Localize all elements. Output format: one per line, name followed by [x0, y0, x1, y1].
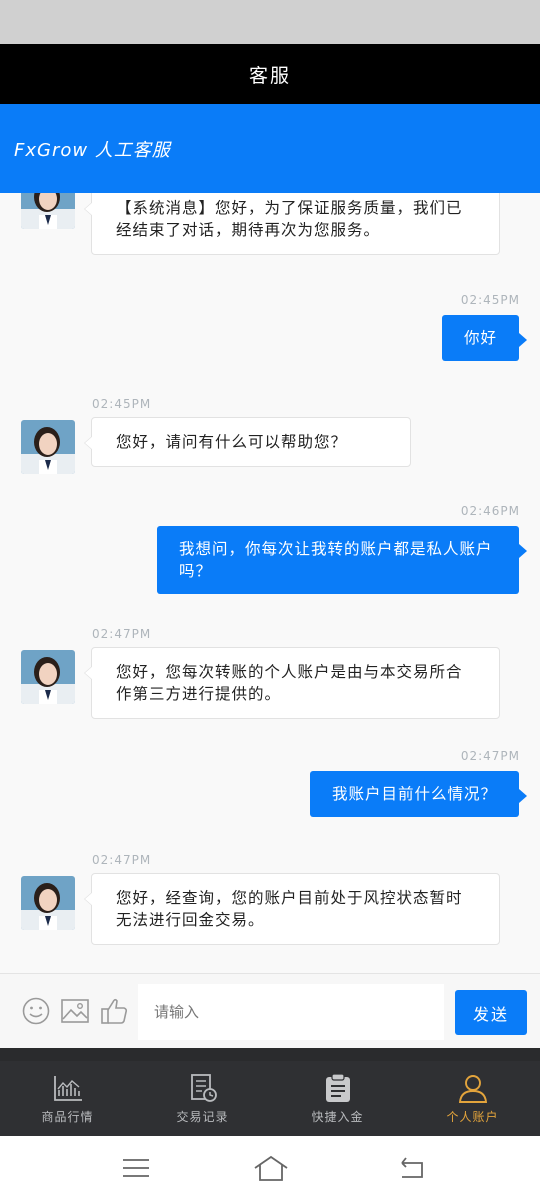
message-input[interactable] — [138, 984, 444, 1040]
page-title: 客服 — [0, 44, 540, 104]
nav-item-market[interactable]: 商品行情 — [0, 1061, 135, 1136]
message-bubble: 你好 — [441, 315, 528, 361]
nav-item-records[interactable]: 交易记录 — [135, 1061, 270, 1136]
message-bubble: 我账户目前什么情况？ — [309, 771, 528, 817]
message-bubble: 您好，经查询，您的账户目前处于风控状态暂时无法进行回金交易。 — [84, 873, 500, 945]
input-bar: 发送 — [0, 973, 540, 1048]
message-time: 02:46PM — [460, 504, 520, 518]
nav-label: 个人账户 — [446, 1110, 499, 1124]
record-icon — [190, 1074, 217, 1102]
message-bubble: 【系统消息】您好，为了保证服务质量，我们已经结束了对话，期待再次为您服务。 — [84, 193, 500, 255]
clipboard-icon — [325, 1073, 350, 1102]
system-nav-bar — [0, 1136, 540, 1200]
message-bubble: 您好，您每次转账的个人账户是由与本交易所合作第三方进行提供的。 — [84, 647, 500, 719]
message-time: 02:47PM — [460, 749, 520, 763]
chat-area[interactable]: 【系统消息】您好，为了保证服务质量，我们已经结束了对话，期待再次为您服务。 02… — [0, 193, 540, 973]
nav-item-account[interactable]: 个人账户 — [405, 1061, 540, 1136]
nav-label: 快捷入金 — [311, 1110, 364, 1124]
message-time: 02:47PM — [92, 853, 152, 867]
status-bar — [0, 0, 540, 44]
message-time: 02:47PM — [92, 627, 152, 641]
nav-item-quick-deposit[interactable]: 快捷入金 — [270, 1061, 405, 1136]
image-icon[interactable] — [60, 996, 90, 1026]
agent-avatar — [21, 193, 75, 229]
nav-label: 交易记录 — [176, 1110, 229, 1124]
message-bubble: 您好，请问有什么可以帮助您？ — [84, 417, 411, 467]
agent-avatar — [21, 420, 75, 474]
thumbs-up-icon[interactable] — [99, 996, 129, 1026]
bottom-nav: 商品行情 交易记录 快捷入金 个人账户 — [0, 1061, 540, 1136]
message-time: 02:45PM — [92, 397, 152, 411]
chat-header-title: FxGrow 人工客服 — [0, 104, 540, 193]
message-bubble: 我想问，你每次让我转的账户都是私人账户吗？ — [157, 526, 527, 594]
chart-icon — [53, 1076, 82, 1101]
divider — [0, 1048, 540, 1061]
message-time: 02:45PM — [460, 293, 520, 307]
agent-avatar — [21, 650, 75, 704]
home-icon[interactable] — [253, 1154, 289, 1182]
smiley-icon[interactable] — [21, 996, 51, 1026]
agent-avatar — [21, 876, 75, 930]
menu-icon[interactable] — [121, 1154, 151, 1182]
user-icon — [458, 1075, 487, 1103]
send-button[interactable]: 发送 — [455, 990, 527, 1035]
back-icon[interactable] — [396, 1154, 426, 1182]
nav-label: 商品行情 — [41, 1110, 94, 1124]
